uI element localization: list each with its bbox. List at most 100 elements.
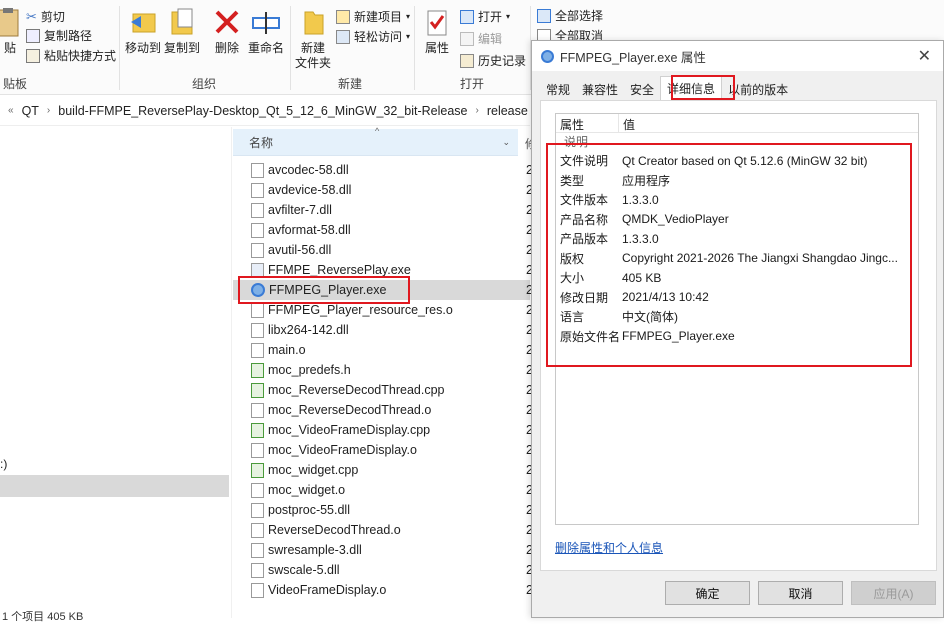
name-column-label: 名称	[249, 135, 274, 150]
list-item[interactable]: avformat-58.dll	[233, 220, 530, 240]
list-item[interactable]: avutil-56.dll	[233, 240, 530, 260]
edit-button[interactable]: 编辑	[460, 30, 502, 47]
breadcrumb-segment[interactable]: build-FFMPE_ReversePlay-Desktop_Qt_5_12_…	[58, 104, 467, 118]
select-all-button[interactable]: 全部选择	[537, 7, 603, 24]
name-column-header[interactable]: 名称 ⌄ ^	[233, 126, 518, 156]
apply-button[interactable]: 应用(A)	[851, 581, 936, 605]
file-name: swresample-3.dll	[268, 543, 362, 557]
easy-access-button[interactable]: 轻松访问 ▾	[336, 28, 410, 45]
object-file-icon	[251, 522, 264, 538]
object-file-icon	[251, 582, 264, 598]
table-row[interactable]: 产品名称 QMDK_VedioPlayer	[556, 210, 918, 230]
chevron-down-icon[interactable]: ⌄	[502, 137, 510, 148]
breadcrumb-segment[interactable]: release	[487, 104, 528, 118]
properties-button[interactable]: 属性	[418, 6, 456, 56]
overflow-chevron-icon[interactable]: «	[8, 105, 14, 116]
rename-button[interactable]: 重命名	[247, 6, 285, 56]
list-item[interactable]: swscale-5.dll	[233, 560, 530, 580]
property-column-header[interactable]: 属性	[556, 114, 619, 132]
table-row[interactable]: 文件版本 1.3.3.0	[556, 190, 918, 210]
list-item-selected[interactable]: FFMPEG_Player.exe	[233, 280, 530, 300]
table-row[interactable]: 版权 Copyright 2021-2026 The Jiangxi Shangd…	[556, 249, 918, 269]
file-name: moc_ReverseDecodThread.cpp	[268, 383, 445, 397]
file-name: main.o	[268, 343, 306, 357]
table-row[interactable]: 修改日期 2021/4/13 10:42	[556, 288, 918, 308]
cancel-button[interactable]: 取消	[758, 581, 843, 605]
list-item[interactable]: FFMPE_ReversePlay.exe	[233, 260, 530, 280]
file-name: avdevice-58.dll	[268, 183, 352, 197]
list-item[interactable]: postproc-55.dll	[233, 500, 530, 520]
new-item-button[interactable]: 新建项目 ▾	[336, 8, 410, 25]
navigation-pane[interactable]: :)	[0, 127, 232, 618]
list-item[interactable]: moc_ReverseDecodThread.o	[233, 400, 530, 420]
cut-button[interactable]: ✂ 剪切	[26, 8, 65, 25]
remove-properties-link[interactable]: 删除属性和个人信息	[555, 539, 663, 556]
list-item[interactable]: moc_ReverseDecodThread.cpp	[233, 380, 530, 400]
table-row[interactable]: 产品版本 1.3.3.0	[556, 229, 918, 249]
list-item[interactable]: ReverseDecodThread.o	[233, 520, 530, 540]
nav-item-selected[interactable]	[0, 475, 229, 497]
list-item[interactable]: avcodec-58.dll	[233, 160, 530, 180]
table-row[interactable]: 语言 中文(简体)	[556, 307, 918, 327]
paste-shortcut-icon	[26, 48, 40, 63]
copy-path-label: 复制路径	[44, 29, 93, 43]
tab-previous-versions[interactable]: 以前的版本	[722, 78, 794, 100]
file-name: FFMPE_ReversePlay.exe	[268, 263, 411, 277]
open-button[interactable]: 打开 ▾	[460, 8, 510, 25]
file-name: libx264-142.dll	[268, 323, 349, 337]
nav-item-label[interactable]: :)	[0, 457, 7, 471]
copy-to-button[interactable]: 复制到	[163, 6, 201, 56]
dialog-title-bar[interactable]: FFMPEG_Player.exe 属性 ✕	[532, 41, 943, 71]
ok-button[interactable]: 确定	[665, 581, 750, 605]
new-folder-button[interactable]: 新建 文件夹	[294, 6, 332, 71]
ribbon-separator	[414, 6, 415, 90]
list-item[interactable]: moc_widget.cpp	[233, 460, 530, 480]
list-item[interactable]: main.o	[233, 340, 530, 360]
tab-security[interactable]: 安全	[624, 78, 660, 100]
tab-compatibility[interactable]: 兼容性	[576, 78, 624, 100]
properties-dialog: FFMPEG_Player.exe 属性 ✕ 常规 兼容性 安全 详细信息 以前…	[531, 40, 944, 618]
open-icon	[460, 9, 474, 24]
easy-access-label: 轻松访问	[354, 30, 403, 44]
delete-button[interactable]: 删除	[211, 6, 243, 56]
paste-button[interactable]: 贴	[0, 6, 26, 56]
list-item[interactable]: moc_widget.o	[233, 480, 530, 500]
properties-table[interactable]: 属性 值 说明 文件说明 Qt Creator based on Qt 5.12.…	[555, 113, 919, 525]
move-to-button[interactable]: 移动到	[124, 6, 162, 56]
header-file-icon	[251, 362, 264, 378]
object-file-icon	[251, 342, 264, 358]
list-item[interactable]: moc_predefs.h	[233, 360, 530, 380]
table-row[interactable]: 文件说明 Qt Creator based on Qt 5.12.6 (MinGW…	[556, 151, 918, 171]
file-name: VideoFrameDisplay.o	[268, 583, 387, 597]
select-all-label: 全部选择	[555, 9, 604, 23]
value-column-header[interactable]: 值	[619, 114, 639, 132]
file-name: postproc-55.dll	[268, 503, 350, 517]
table-row[interactable]: 大小 405 KB	[556, 268, 918, 288]
property-value: 中文(简体)	[622, 310, 678, 325]
table-row[interactable]: 类型 应用程序	[556, 171, 918, 191]
tab-details[interactable]: 详细信息	[660, 76, 723, 100]
history-button[interactable]: 历史记录	[460, 52, 526, 69]
chevron-right-icon[interactable]: ›	[47, 105, 50, 116]
list-item[interactable]: avfilter-7.dll	[233, 200, 530, 220]
close-icon[interactable]: ✕	[918, 46, 931, 66]
tab-general[interactable]: 常规	[540, 78, 576, 100]
list-item[interactable]: moc_VideoFrameDisplay.o	[233, 440, 530, 460]
chevron-right-icon[interactable]: ›	[476, 105, 479, 116]
list-item[interactable]: libx264-142.dll	[233, 320, 530, 340]
table-row[interactable]: 原始文件名 FFMPEG_Player.exe	[556, 327, 918, 347]
property-name: 大小	[560, 271, 585, 286]
property-value: Copyright 2021-2026 The Jiangxi Shangdao…	[622, 251, 898, 266]
breadcrumb-segment[interactable]: QT	[22, 104, 39, 118]
property-name: 语言	[560, 310, 585, 325]
list-item[interactable]: avdevice-58.dll	[233, 180, 530, 200]
list-item[interactable]: swresample-3.dll	[233, 540, 530, 560]
list-item[interactable]: VideoFrameDisplay.o	[233, 580, 530, 600]
copy-path-button[interactable]: 复制路径	[26, 27, 92, 44]
breadcrumb[interactable]: « QT › build-FFMPE_ReversePlay-Desktop_Q…	[0, 96, 530, 126]
property-value: 应用程序	[622, 173, 671, 188]
list-item[interactable]: moc_VideoFrameDisplay.cpp	[233, 420, 530, 440]
list-item[interactable]: FFMPEG_Player_resource_res.o	[233, 300, 530, 320]
open-label: 打开	[478, 10, 503, 24]
paste-shortcut-button[interactable]: 粘贴快捷方式	[26, 47, 116, 64]
